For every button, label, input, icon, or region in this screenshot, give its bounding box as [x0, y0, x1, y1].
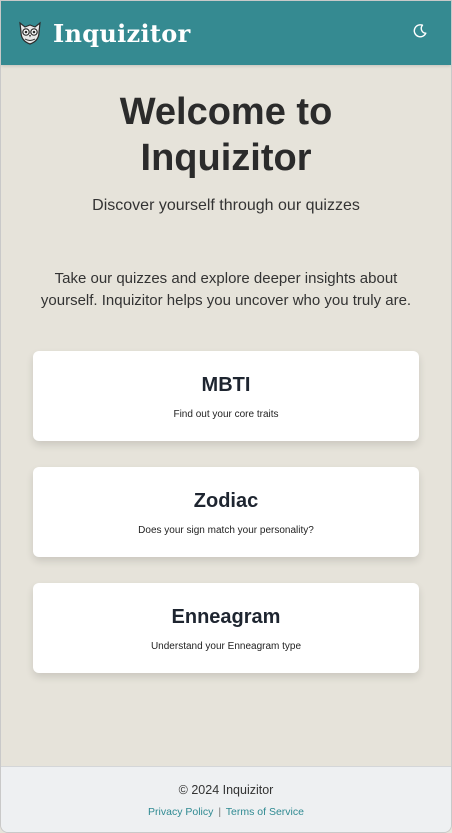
- top-navbar: Inquizitor: [1, 1, 451, 65]
- quiz-card-mbti[interactable]: MBTI Find out your core traits: [33, 351, 419, 441]
- quiz-card-title: Enneagram: [171, 606, 281, 628]
- terms-of-service-link[interactable]: Terms of Service: [226, 806, 304, 818]
- quiz-card-description: Understand your Enneagram type: [150, 641, 302, 652]
- page-title: Welcome to Inquizitor: [119, 91, 333, 179]
- brand[interactable]: Inquizitor: [17, 19, 191, 48]
- quiz-card-title: Zodiac: [193, 490, 259, 512]
- footer-links: Privacy Policy | Terms of Service: [1, 806, 451, 818]
- page-footer: © 2024 Inquizitor Privacy Policy | Terms…: [1, 766, 451, 832]
- intro-text: Take our quizzes and explore deeper insi…: [40, 270, 412, 309]
- owl-icon: [17, 20, 43, 46]
- privacy-policy-link[interactable]: Privacy Policy: [148, 806, 213, 818]
- moon-icon: [412, 23, 428, 44]
- app-frame: Inquizitor Welcome to Inquizitor Discove…: [0, 0, 452, 833]
- page-subtitle: Discover yourself through our quizzes: [92, 197, 360, 214]
- quiz-card-list: MBTI Find out your core traits Zodiac Do…: [33, 351, 419, 673]
- quiz-card-description: Does your sign match your personality?: [138, 525, 314, 536]
- quiz-card-title: MBTI: [201, 374, 251, 396]
- link-separator: |: [218, 806, 222, 818]
- quiz-card-zodiac[interactable]: Zodiac Does your sign match your persona…: [33, 467, 419, 557]
- copyright-text: © 2024 Inquizitor: [178, 783, 274, 797]
- brand-name: Inquizitor: [53, 18, 191, 48]
- quiz-card-enneagram[interactable]: Enneagram Understand your Enneagram type: [33, 583, 419, 673]
- quiz-card-description: Find out your core traits: [173, 409, 279, 420]
- theme-toggle-button[interactable]: [405, 18, 435, 48]
- main-content: Welcome to Inquizitor Discover yourself …: [1, 89, 451, 673]
